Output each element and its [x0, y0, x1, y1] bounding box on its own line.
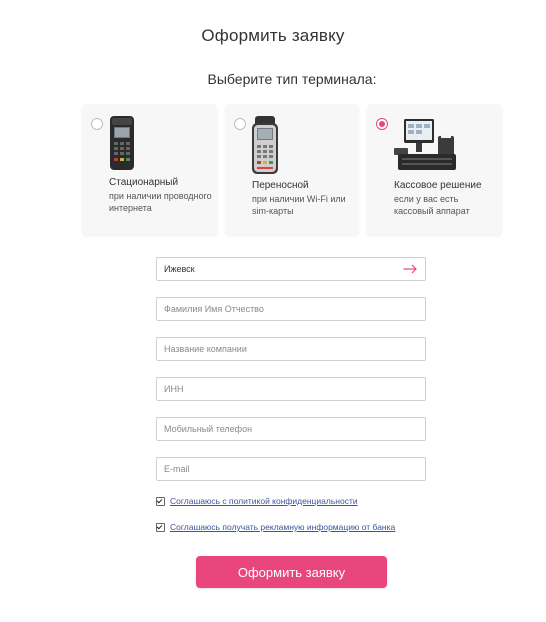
privacy-policy-link[interactable]: Соглашаюсь с политикой конфиденциальност…	[170, 496, 358, 506]
submit-button[interactable]: Оформить заявку	[196, 556, 387, 588]
terminal-option-portable[interactable]: Переносной при наличии Wi-Fi или sim-кар…	[225, 104, 359, 235]
terminal-description: если у вас есть кассовый аппарат	[394, 194, 470, 216]
stationary-terminal-icon	[110, 116, 134, 170]
radio-portable[interactable]	[234, 118, 246, 130]
portable-terminal-icon	[252, 116, 278, 174]
company-input[interactable]	[157, 338, 394, 360]
company-field[interactable]	[156, 337, 426, 361]
terminal-title: Переносной	[252, 180, 309, 191]
terminal-option-stationary[interactable]: Стационарный при наличии проводного инте…	[82, 104, 217, 235]
privacy-consent-row: Соглашаюсь с политикой конфиденциальност…	[156, 496, 358, 506]
terminal-type-heading: Выберите тип терминала:	[207, 71, 377, 87]
inn-input[interactable]	[157, 378, 394, 400]
arrow-right-icon[interactable]	[403, 264, 417, 274]
email-field[interactable]	[156, 457, 426, 481]
terminal-title: Кассовое решение	[394, 180, 482, 191]
city-input[interactable]	[157, 258, 394, 280]
privacy-consent-checkbox[interactable]	[156, 496, 165, 506]
phone-field[interactable]	[156, 417, 426, 441]
terminal-description: при наличии Wi-Fi или sim-карты	[252, 194, 346, 216]
terminal-description: при наличии проводного интернета	[109, 191, 212, 213]
ads-consent-checkbox[interactable]	[156, 522, 165, 532]
inn-field[interactable]	[156, 377, 426, 401]
city-field[interactable]	[156, 257, 426, 281]
full-name-input[interactable]	[157, 298, 394, 320]
ads-consent-row: Соглашаюсь получать рекламную информацию…	[156, 522, 395, 532]
phone-input[interactable]	[157, 418, 394, 440]
terminal-title: Стационарный	[109, 177, 179, 188]
pos-register-icon	[394, 119, 456, 170]
ads-consent-link[interactable]: Соглашаюсь получать рекламную информацию…	[170, 522, 395, 532]
radio-pos[interactable]	[376, 118, 388, 130]
page-title: Оформить заявку	[201, 26, 345, 45]
email-input[interactable]	[157, 458, 394, 480]
radio-stationary[interactable]	[91, 118, 103, 130]
terminal-option-pos[interactable]: Кассовое решение если у вас есть кассовы…	[367, 104, 502, 235]
full-name-field[interactable]	[156, 297, 426, 321]
